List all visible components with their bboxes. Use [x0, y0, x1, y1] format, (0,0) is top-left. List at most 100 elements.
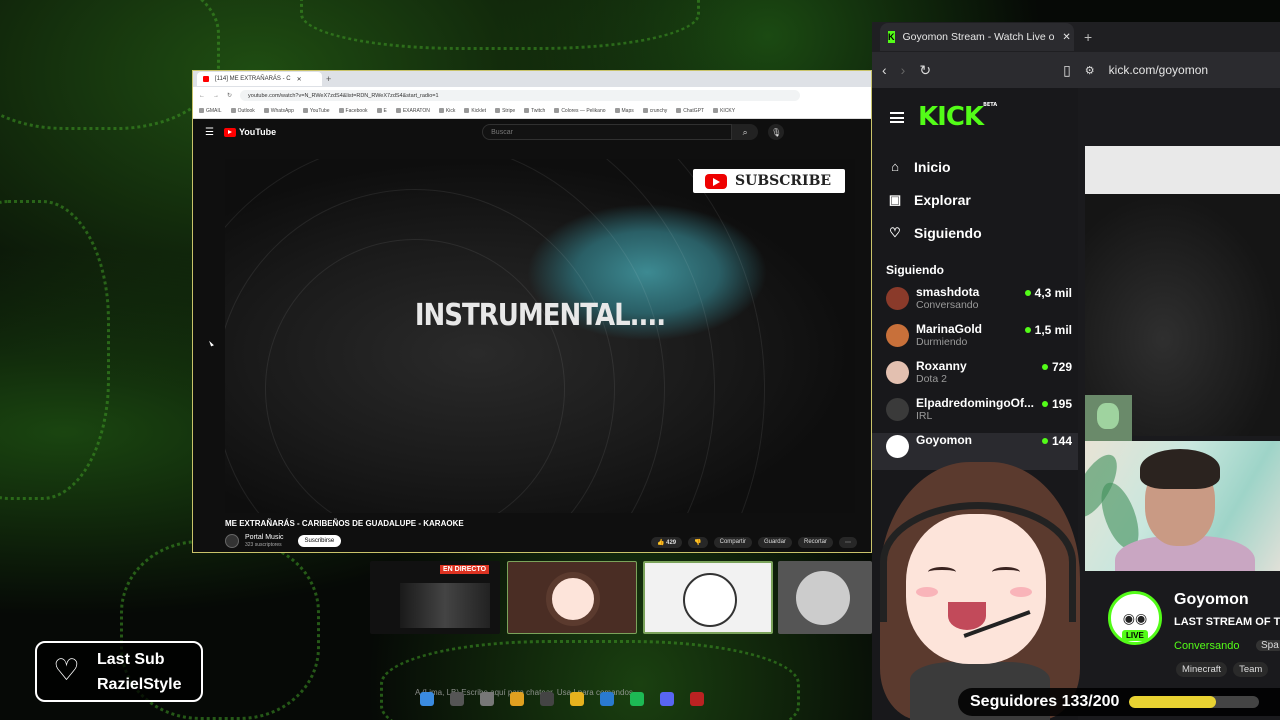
stream-tags: Minecraft Team	[1176, 662, 1269, 677]
save-button[interactable]: Guardar	[757, 537, 792, 548]
subscribe-badge: SUBSCRIBE	[693, 169, 845, 193]
following-channel-item[interactable]: Roxanny Dota 2 729	[872, 359, 1078, 396]
search-icon[interactable]	[450, 692, 464, 706]
close-tab-icon[interactable]: ✕	[1062, 32, 1070, 43]
bookmark[interactable]: Facebook	[339, 108, 368, 114]
last-sub-overlay: ♡ Last Sub RazielStyle	[35, 641, 203, 702]
search-input[interactable]: Buscar	[482, 124, 733, 140]
bookmark[interactable]: Kicklet	[464, 108, 486, 114]
browser-tab[interactable]: [114] ME EXTRAÑARÁS - C ✕	[197, 72, 322, 86]
bookmark-icon[interactable]: ▯	[1063, 62, 1071, 79]
reload-icon[interactable]: ↻	[227, 92, 232, 99]
bookmark[interactable]: WhatsApp	[264, 108, 294, 114]
discord-icon[interactable]	[660, 692, 674, 706]
browser-tab[interactable]: K Goyomon Stream - Watch Live o ✕	[880, 23, 1074, 51]
kick-header: KICKBETA	[872, 88, 1078, 132]
kick-logo[interactable]: KICKBETA	[918, 102, 997, 132]
channel-category: IRL	[916, 410, 933, 422]
subscribe-badge-label: SUBSCRIBE	[735, 173, 832, 189]
address-row: ‹ › ↻ ▯ ⚙ kick.com/goyomon	[872, 52, 1280, 88]
like-count: 429	[666, 540, 677, 546]
channel-avatar[interactable]	[225, 534, 239, 548]
app-icon[interactable]	[510, 692, 524, 706]
switcher-thumbnail[interactable]	[507, 561, 637, 634]
channel-name[interactable]: Portal Music	[245, 534, 284, 542]
bookmark[interactable]: KICKY	[713, 108, 735, 114]
back-icon[interactable]: ‹	[882, 62, 887, 78]
bookmark[interactable]: GMAIL	[199, 108, 222, 114]
forward-icon[interactable]: ›	[901, 62, 906, 78]
forward-icon[interactable]: →	[213, 93, 219, 99]
new-tab-icon[interactable]: +	[326, 74, 331, 84]
kick-logo-text: KICK	[918, 102, 984, 132]
following-channel-item[interactable]: MarinaGold Durmiendo 1,5 mil	[872, 322, 1078, 359]
subscribe-button[interactable]: Suscribirse	[297, 535, 342, 547]
back-icon[interactable]: ←	[199, 93, 205, 99]
address-bar[interactable]: youtube.com/watch?v=N_RWeX7zdS4&list=RDN…	[240, 90, 801, 101]
following-channel-item[interactable]: ElpadredomingoOf... IRL 195	[872, 396, 1078, 433]
following-list: smashdota Conversando 4,3 mil MarinaGold D…	[872, 285, 1078, 470]
kick-stream-player[interactable]	[1085, 146, 1280, 436]
dislike-icon[interactable]: 👎	[688, 537, 708, 548]
spotify-icon[interactable]	[630, 692, 644, 706]
new-tab-icon[interactable]: +	[1084, 29, 1092, 45]
bookmark[interactable]: ChatGPT	[676, 108, 704, 114]
nav-label: Siguiendo	[914, 224, 982, 241]
channel-name: Roxanny	[916, 359, 967, 373]
tab-title: Goyomon Stream - Watch Live o	[902, 31, 1055, 43]
window-switcher: EN DIRECTO	[370, 560, 872, 636]
stream-tag[interactable]: Team	[1233, 662, 1269, 677]
bookmark[interactable]: Maps	[615, 108, 634, 114]
app-icon[interactable]	[690, 692, 704, 706]
more-icon[interactable]: ⋯	[839, 537, 857, 548]
like-button[interactable]: 👍 429	[650, 537, 683, 548]
switcher-thumbnail[interactable]: EN DIRECTO	[370, 561, 500, 634]
bookmark[interactable]: Twitch	[524, 108, 545, 114]
reload-icon[interactable]: ↻	[919, 62, 931, 79]
bookmark[interactable]: EXARATON	[396, 108, 430, 114]
search-icon[interactable]: ⌕	[732, 124, 759, 140]
nav-item-inicio[interactable]: ⌂ Inicio	[888, 150, 1078, 183]
app-icon[interactable]	[600, 692, 614, 706]
webcam-feed	[1085, 441, 1280, 571]
nav-item-explorar[interactable]: ▣ Explorar	[888, 183, 1078, 216]
bookmark[interactable]: YouTube	[303, 108, 330, 114]
nav-item-siguiendo[interactable]: ♡ Siguiendo	[888, 216, 1078, 249]
menu-icon[interactable]	[890, 111, 904, 123]
clip-button[interactable]: Recortar	[797, 537, 833, 548]
video-player[interactable]: INSTRUMENTAL.... SUBSCRIBE	[225, 159, 855, 513]
bookmark[interactable]: E	[377, 108, 387, 114]
live-badge: LIVE	[1122, 630, 1148, 641]
app-icon[interactable]	[540, 692, 554, 706]
bookmarks-bar: GMAIL Outlook WhatsApp YouTube Facebook …	[193, 104, 871, 119]
windows-start-icon[interactable]	[420, 692, 434, 706]
address-bar[interactable]: kick.com/goyomon	[1109, 63, 1208, 77]
stream-category-secondary[interactable]: Spa	[1256, 640, 1280, 651]
streamer-name[interactable]: Goyomon	[1174, 591, 1249, 609]
bookmark[interactable]: Outlook	[231, 108, 255, 114]
mini-avatar	[1085, 395, 1132, 441]
vine-decoration	[0, 200, 110, 500]
following-channel-item[interactable]: smashdota Conversando 4,3 mil	[872, 285, 1078, 322]
stream-tag[interactable]: Minecraft	[1176, 662, 1228, 677]
bookmark[interactable]: Stripe	[495, 108, 515, 114]
video-actions: 👍 429 👎 Compartir Guardar Recortar ⋯	[650, 537, 857, 548]
task-view-icon[interactable]	[480, 692, 494, 706]
folder-icon[interactable]	[570, 692, 584, 706]
bookmark[interactable]: Colores — Pelikano	[554, 108, 605, 114]
close-tab-icon[interactable]: ✕	[297, 76, 302, 83]
switcher-thumbnail[interactable]	[778, 561, 872, 634]
site-settings-icon[interactable]: ⚙	[1085, 64, 1095, 77]
channel-avatar	[886, 435, 909, 458]
home-icon: ⌂	[891, 159, 899, 174]
bookmark[interactable]: crunchy	[643, 108, 668, 114]
nav-label: Inicio	[914, 158, 951, 175]
bookmark[interactable]: Kick	[439, 108, 455, 114]
taskbar	[420, 692, 704, 706]
share-button[interactable]: Compartir	[713, 537, 752, 548]
menu-icon[interactable]: ☰	[205, 127, 214, 138]
stream-category[interactable]: Conversando	[1174, 640, 1239, 652]
switcher-thumbnail[interactable]	[643, 561, 773, 634]
microphone-icon[interactable]: 🎙	[768, 124, 785, 140]
youtube-logo[interactable]: YouTube	[223, 127, 276, 137]
